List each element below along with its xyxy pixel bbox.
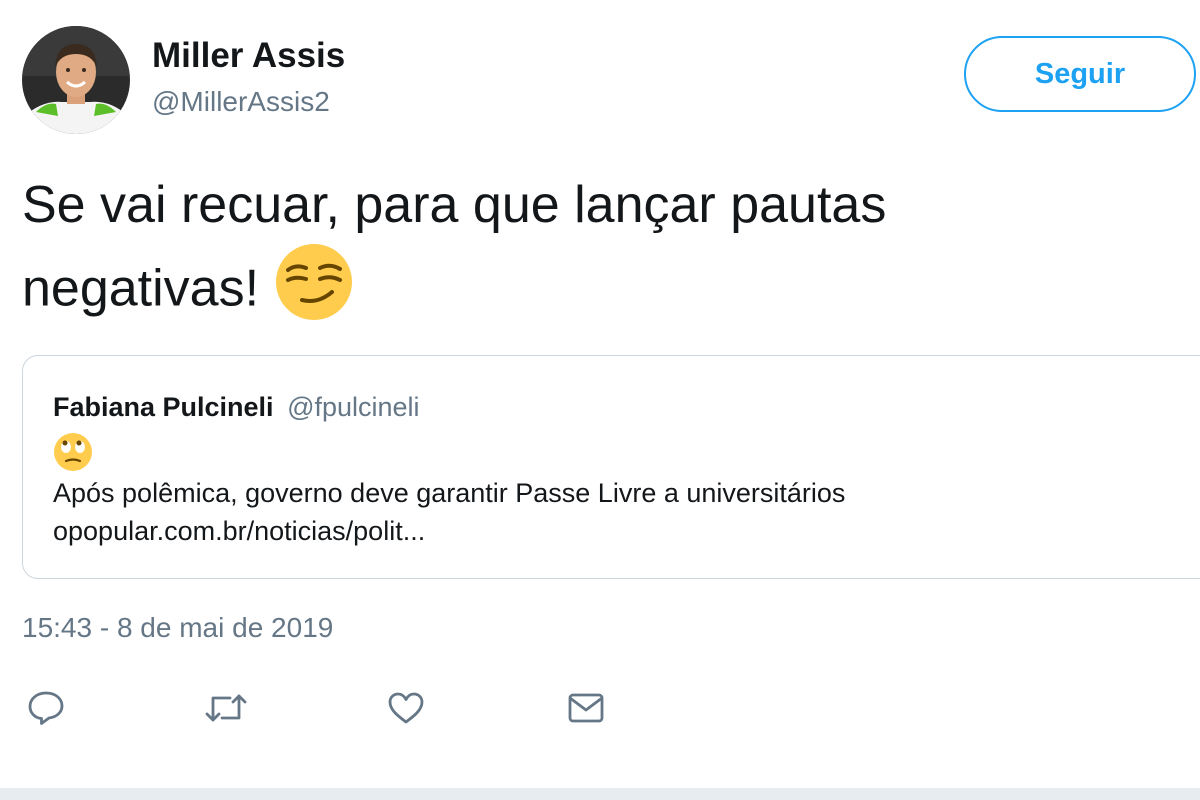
tweet-text-line-2: negativas!: [22, 259, 260, 318]
tweet-text-line-1: Se vai recuar, para que lançar pautas: [22, 176, 887, 234]
quoted-tweet-header: Fabiana Pulcineli @fpulcineli: [53, 392, 420, 423]
retweet-button[interactable]: [202, 684, 250, 732]
direct-message-button[interactable]: [562, 684, 610, 732]
author-name[interactable]: Miller Assis: [152, 36, 345, 76]
smirking-face-icon: [274, 242, 354, 342]
reply-icon: [28, 691, 64, 725]
follow-button[interactable]: Seguir: [964, 36, 1196, 112]
like-icon: [388, 692, 424, 724]
tweet-actions-bar: [0, 684, 1200, 732]
like-button[interactable]: [382, 684, 430, 732]
tweet-container: Miller Assis @MillerAssis2 Seguir Se vai…: [0, 0, 1200, 800]
quoted-tweet-link[interactable]: opopular.com.br/noticias/polit...: [53, 512, 845, 550]
direct-message-icon: [568, 693, 604, 723]
avatar[interactable]: [22, 26, 130, 134]
reply-button[interactable]: [22, 684, 70, 732]
face-with-rolling-eyes-icon: [53, 432, 93, 477]
quoted-tweet-card[interactable]: Fabiana Pulcineli @fpulcineli Após polêm…: [22, 355, 1200, 579]
avatar-image: [22, 26, 130, 134]
quoted-author-handle: @fpulcineli: [287, 392, 420, 422]
author-handle[interactable]: @MillerAssis2: [152, 86, 330, 118]
retweet-icon: [205, 694, 247, 722]
quoted-author-name: Fabiana Pulcineli: [53, 392, 274, 422]
bottom-divider: [0, 788, 1200, 800]
quoted-tweet-body: Após polêmica, governo deve garantir Pas…: [53, 478, 846, 508]
tweet-text: Se vai recuar, para que lançar pautas ne…: [22, 168, 1142, 342]
quoted-tweet-text: Após polêmica, governo deve garantir Pas…: [53, 474, 845, 550]
tweet-timestamp[interactable]: 15:43 - 8 de mai de 2019: [22, 612, 333, 644]
